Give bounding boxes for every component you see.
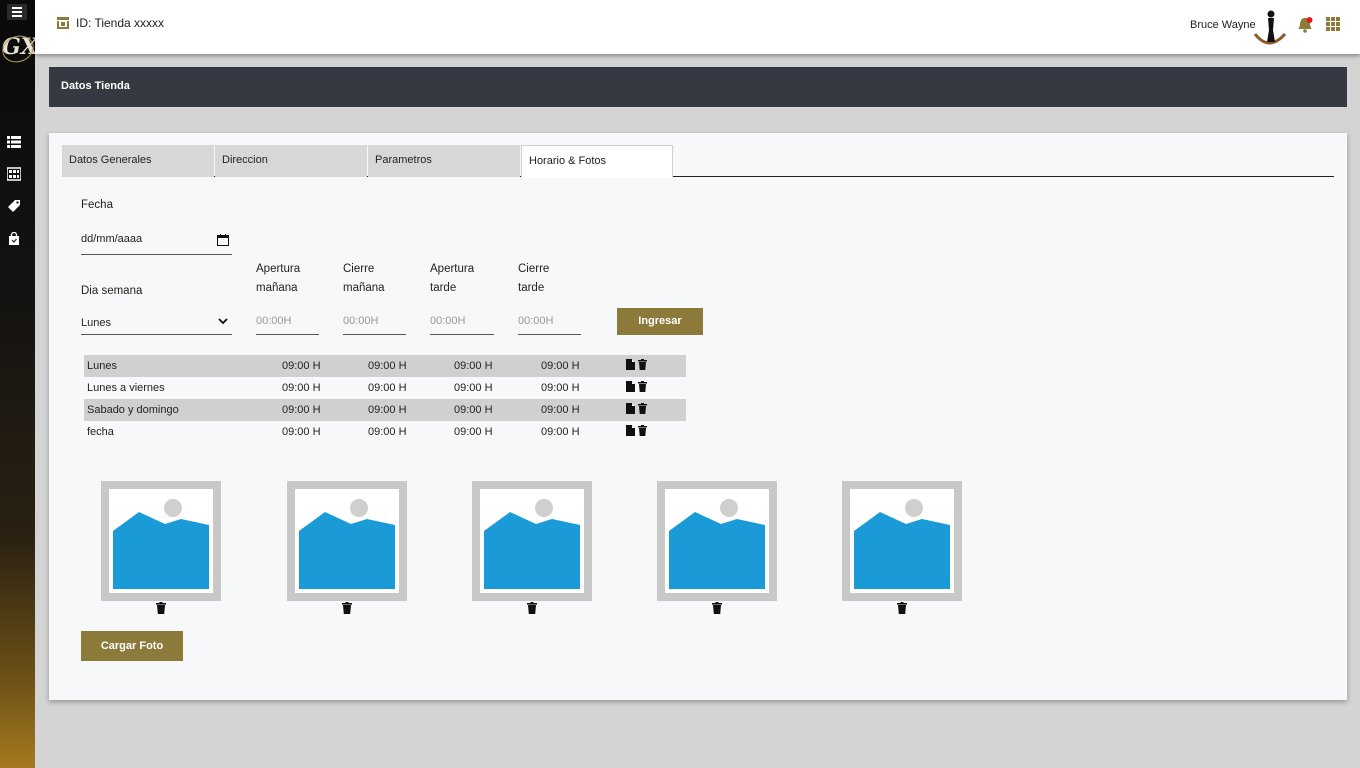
row-actions	[626, 359, 647, 370]
schedule-time: 09:00 H	[541, 360, 580, 372]
fecha-input[interactable]: dd/mm/aaaa	[81, 231, 232, 255]
image-placeholder-icon	[109, 489, 213, 593]
sidebar: GX	[0, 0, 38, 768]
schedule-time: 09:00 H	[282, 382, 321, 394]
dia-semana-select[interactable]: Lunes	[81, 314, 232, 335]
schedule-time: 09:00 H	[282, 426, 321, 438]
photo-thumbnail[interactable]	[842, 481, 962, 601]
trash-icon[interactable]	[638, 425, 647, 436]
section-header: Datos Tienda	[49, 67, 1347, 107]
apertura-tarde-input[interactable]: 00:00H	[430, 314, 494, 335]
chevron-down-icon	[218, 318, 228, 325]
store-grid-icon[interactable]	[7, 167, 21, 181]
photo-delete-icon[interactable]	[712, 602, 722, 614]
table-row: Sabado y domingo 09:00 H 09:00 H 09:00 H 09:…	[84, 399, 686, 421]
cierre-manana-label: Cierre mañana	[343, 263, 385, 294]
user-name[interactable]: Bruce Wayne	[1190, 19, 1256, 31]
store-id: ID: Tienda xxxxx	[76, 16, 165, 30]
row-actions	[626, 381, 647, 392]
file-icon[interactable]	[626, 381, 635, 392]
photo-thumbnail[interactable]	[287, 481, 407, 601]
file-icon[interactable]	[626, 359, 635, 370]
schedule-time: 09:00 H	[368, 426, 407, 438]
schedule-day: fecha	[87, 426, 114, 438]
schedule-day: Sabado y domingo	[87, 404, 179, 416]
fecha-label: Fecha	[81, 199, 113, 211]
schedule-time: 09:00 H	[368, 382, 407, 394]
store-card: Datos Generales Direccion Parametros Hor…	[49, 133, 1347, 700]
tab-direccion[interactable]: Direccion	[215, 145, 367, 177]
photo-delete-icon[interactable]	[156, 602, 166, 614]
apertura-tarde-label: Apertura tarde	[430, 263, 475, 294]
ingresar-button[interactable]: Ingresar	[617, 308, 703, 335]
brand-logo: GX	[0, 30, 38, 67]
bell-icon[interactable]	[1297, 16, 1313, 34]
store-icon	[57, 17, 69, 29]
cierre-manana-input[interactable]: 00:00H	[343, 314, 406, 335]
row-actions	[626, 403, 647, 414]
photo-delete-icon[interactable]	[342, 602, 352, 614]
schedule-time: 09:00 H	[454, 404, 493, 416]
fecha-value: dd/mm/aaaa	[81, 233, 143, 245]
schedule-time: 09:00 H	[368, 404, 407, 416]
trash-icon[interactable]	[638, 403, 647, 414]
file-icon[interactable]	[626, 403, 635, 414]
image-placeholder-icon	[480, 489, 584, 593]
schedule-day: Lunes	[87, 360, 117, 372]
schedule-time: 09:00 H	[454, 382, 493, 394]
trash-icon[interactable]	[638, 359, 647, 370]
schedule-time: 09:00 H	[541, 404, 580, 416]
schedule-table: Lunes 09:00 H 09:00 H 09:00 H 09:00 H Lunes a…	[84, 355, 686, 443]
photo-thumbnail[interactable]	[101, 481, 221, 601]
bag-icon[interactable]	[7, 232, 21, 246]
table-row: Lunes 09:00 H 09:00 H 09:00 H 09:00 H	[84, 355, 686, 377]
schedule-time: 09:00 H	[454, 426, 493, 438]
table-row: Lunes a viernes 09:00 H 09:00 H 09:00 H 09:0…	[84, 377, 686, 399]
schedule-day: Lunes a viernes	[87, 382, 165, 394]
apertura-manana-input[interactable]: 00:00H	[256, 314, 319, 335]
list-icon[interactable]	[7, 135, 21, 149]
cierre-tarde-input[interactable]: 00:00H	[518, 314, 581, 335]
row-actions	[626, 425, 647, 436]
schedule-time: 09:00 H	[541, 426, 580, 438]
photo-thumbnail[interactable]	[657, 481, 777, 601]
photo-delete-icon[interactable]	[527, 602, 537, 614]
tab-bar: Datos Generales Direccion Parametros Hor…	[62, 145, 1334, 178]
section-title: Datos Tienda	[61, 80, 130, 92]
calendar-icon[interactable]	[217, 234, 229, 246]
top-bar: ID: Tienda xxxxx Bruce Wayne	[35, 0, 1360, 54]
schedule-time: 09:00 H	[282, 404, 321, 416]
menu-icon[interactable]	[7, 4, 27, 20]
trash-icon[interactable]	[638, 381, 647, 392]
dia-semana-label: Dia semana	[81, 285, 143, 297]
image-placeholder-icon	[850, 489, 954, 593]
apps-grid-icon[interactable]	[1326, 17, 1340, 31]
tab-datos-generales[interactable]: Datos Generales	[62, 145, 214, 177]
cierre-tarde-label: Cierre tarde	[518, 263, 550, 294]
photo-thumbnail[interactable]	[472, 481, 592, 601]
schedule-time: 09:00 H	[282, 360, 321, 372]
schedule-time: 09:00 H	[368, 360, 407, 372]
apertura-manana-label: Apertura mañana	[256, 263, 301, 294]
cargar-foto-button[interactable]: Cargar Foto	[81, 631, 183, 661]
dia-semana-value: Lunes	[81, 317, 111, 329]
schedule-time: 09:00 H	[541, 382, 580, 394]
image-placeholder-icon	[665, 489, 769, 593]
tab-parametros[interactable]: Parametros	[368, 145, 520, 177]
tab-horario-fotos[interactable]: Horario & Fotos	[521, 145, 673, 178]
avatar[interactable]	[1251, 8, 1287, 46]
table-row: fecha 09:00 H 09:00 H 09:00 H 09:00 H	[84, 421, 686, 443]
photo-delete-icon[interactable]	[897, 602, 907, 614]
tag-icon[interactable]	[7, 199, 21, 213]
schedule-time: 09:00 H	[454, 360, 493, 372]
file-icon[interactable]	[626, 425, 635, 436]
image-placeholder-icon	[295, 489, 399, 593]
